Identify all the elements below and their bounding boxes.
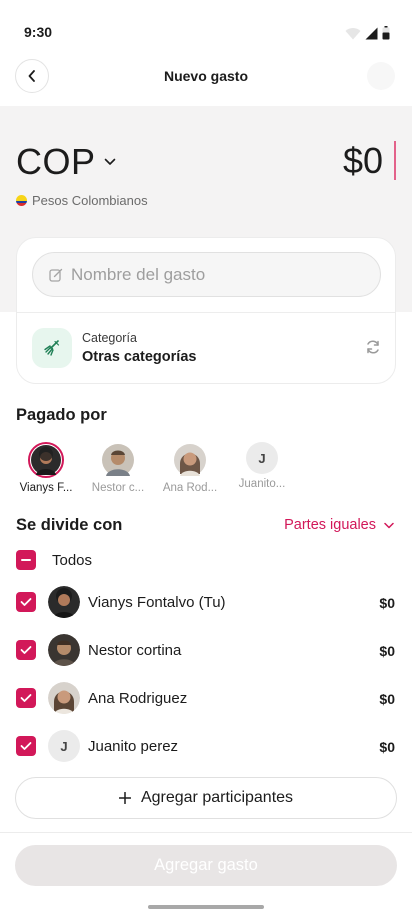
select-all-checkbox[interactable] — [16, 550, 36, 570]
participant-avatar — [48, 586, 80, 618]
footer-divider — [0, 832, 412, 833]
minus-icon — [21, 559, 31, 561]
edit-icon — [49, 268, 63, 282]
currency-selector[interactable]: COP — [16, 141, 116, 183]
broom-icon — [44, 340, 60, 356]
amount-input[interactable]: $0 — [343, 140, 383, 182]
payer-name: Juanito... — [238, 478, 286, 490]
payer-avatar-selected — [28, 442, 64, 478]
payer-avatar — [100, 442, 136, 478]
participant-name: Vianys Fontalvo (Tu) — [88, 594, 226, 611]
status-time: 9:30 — [24, 24, 53, 40]
participant-checkbox[interactable] — [16, 592, 36, 612]
add-participants-label: Agregar participantes — [140, 789, 294, 806]
status-bar: 9:30 — [0, 0, 412, 50]
header-action-placeholder — [367, 62, 395, 90]
participant-amount: $0 — [379, 595, 395, 611]
participant-avatar — [48, 634, 80, 666]
colombia-flag-icon — [16, 195, 27, 206]
avatar — [102, 444, 134, 476]
avatar — [48, 682, 80, 714]
payer-item[interactable]: Ana Rod... — [152, 442, 228, 494]
participant-avatar — [48, 682, 80, 714]
chevron-down-icon — [104, 158, 115, 165]
category-label: Categoría — [82, 331, 137, 345]
payer-avatar-initial: J — [246, 442, 278, 474]
payer-item[interactable]: J Juanito... — [224, 442, 300, 490]
page-title: Nuevo gasto — [163, 68, 248, 84]
status-icons — [345, 26, 390, 40]
payer-item[interactable]: Nestor c... — [80, 442, 156, 494]
check-icon — [20, 742, 32, 750]
check-icon — [20, 646, 32, 654]
participant-amount: $0 — [379, 643, 395, 659]
participant-amount: $0 — [379, 739, 395, 755]
payer-name: Nestor c... — [91, 482, 145, 494]
payer-avatar — [172, 442, 208, 478]
currency-name: Pesos Colombianos — [16, 193, 148, 208]
split-mode-selector[interactable]: Partes iguales — [284, 517, 394, 533]
home-indicator — [148, 905, 264, 909]
check-icon — [20, 598, 32, 606]
expense-name-input[interactable]: Nombre del gasto — [32, 252, 381, 297]
battery-icon — [382, 26, 390, 40]
avatar — [48, 586, 80, 618]
participant-name: Nestor cortina — [88, 642, 182, 659]
payer-item[interactable]: Vianys F... — [8, 442, 84, 494]
payer-name: Vianys F... — [19, 482, 73, 494]
payer-list: Vianys F... Nestor c... Ana Rod... J Jua… — [12, 442, 412, 498]
signal-icon — [365, 27, 378, 39]
select-all-label: Todos — [52, 552, 93, 569]
participant-avatar-initial: J — [48, 730, 80, 762]
currency-name-label: Pesos Colombianos — [32, 193, 148, 208]
expense-name-placeholder: Nombre del gasto — [71, 264, 206, 284]
split-mode-label: Partes iguales — [284, 517, 376, 533]
avatar — [174, 444, 206, 476]
payer-name: Ana Rod... — [162, 482, 218, 494]
category-icon[interactable] — [32, 328, 72, 368]
participant-checkbox[interactable] — [16, 640, 36, 660]
card-divider — [17, 312, 395, 313]
participant-checkbox[interactable] — [16, 736, 36, 756]
avatar — [48, 634, 80, 666]
paid-by-title: Pagado por — [16, 406, 107, 424]
add-participants-button[interactable]: Agregar participantes — [15, 777, 397, 819]
currency-code: COP — [16, 141, 96, 182]
add-expense-button[interactable]: Agregar gasto — [15, 845, 397, 886]
check-icon — [20, 694, 32, 702]
plus-icon — [118, 792, 131, 804]
category-value[interactable]: Otras categorías — [82, 349, 196, 365]
top-bar: Nuevo gasto — [0, 50, 412, 106]
avatar — [31, 445, 61, 475]
wifi-icon — [345, 27, 361, 39]
participant-amount: $0 — [379, 691, 395, 707]
text-cursor — [394, 141, 396, 180]
expense-details-card: Nombre del gasto Categoría Otras categor… — [16, 237, 396, 384]
participant-name: Ana Rodriguez — [88, 690, 188, 707]
participant-name: Juanito perez — [88, 738, 179, 755]
refresh-icon[interactable] — [365, 339, 381, 355]
chevron-down-icon — [384, 522, 394, 528]
participant-checkbox[interactable] — [16, 688, 36, 708]
split-title: Se divide con — [16, 516, 123, 534]
